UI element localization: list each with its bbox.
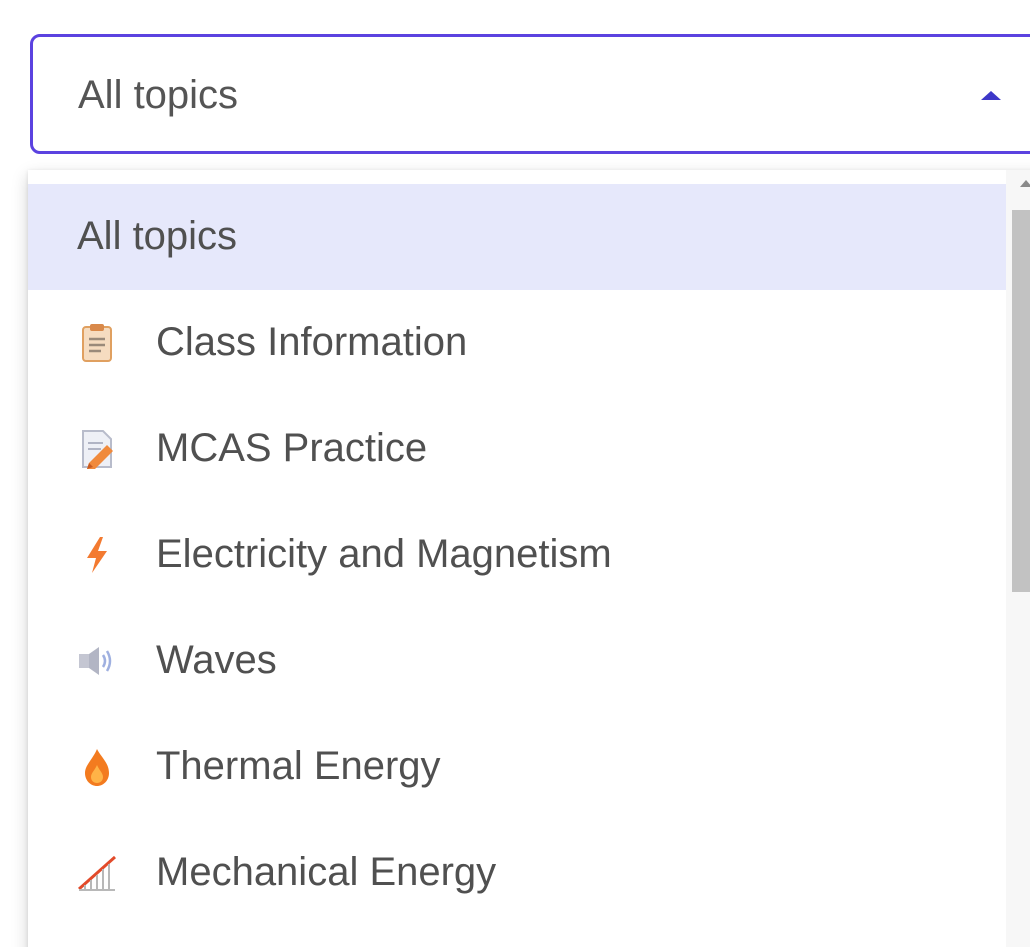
option-label: Thermal Energy [156, 744, 441, 788]
option-label: All topics [77, 214, 238, 258]
speaker-icon [75, 639, 119, 683]
caret-up-icon[interactable] [981, 91, 1001, 100]
option-class-information[interactable]: Class Information [28, 290, 1006, 396]
option-mechanical-energy[interactable]: Mechanical Energy [28, 820, 1006, 926]
ramp-chart-icon [75, 851, 119, 895]
flame-icon [75, 745, 119, 789]
option-electricity-magnetism[interactable]: Electricity and Magnetism [28, 502, 1006, 608]
scroll-up-arrow-icon[interactable] [1020, 180, 1030, 187]
document-pencil-icon [75, 427, 119, 471]
option-label: Waves [156, 638, 277, 682]
topic-dropdown-list: All topics Class Information MCAS Practi… [28, 170, 1030, 947]
selected-topic-value: All topics [78, 73, 239, 117]
clipboard-icon [75, 321, 119, 365]
option-label: MCAS Practice [156, 426, 428, 470]
option-thermal-energy[interactable]: Thermal Energy [28, 714, 1006, 820]
option-mcas-practice[interactable]: MCAS Practice [28, 396, 1006, 502]
option-label: Mechanical Energy [156, 850, 497, 894]
dropdown-scrollbar-thumb[interactable] [1012, 210, 1030, 592]
option-waves[interactable]: Waves [28, 608, 1006, 714]
option-label: Class Information [156, 320, 468, 364]
option-label: Electricity and Magnetism [156, 532, 612, 576]
topic-select-widget: All topics All topics Class Information [0, 0, 1030, 947]
option-all-topics[interactable]: All topics [28, 184, 1006, 290]
lightning-icon [75, 533, 119, 577]
